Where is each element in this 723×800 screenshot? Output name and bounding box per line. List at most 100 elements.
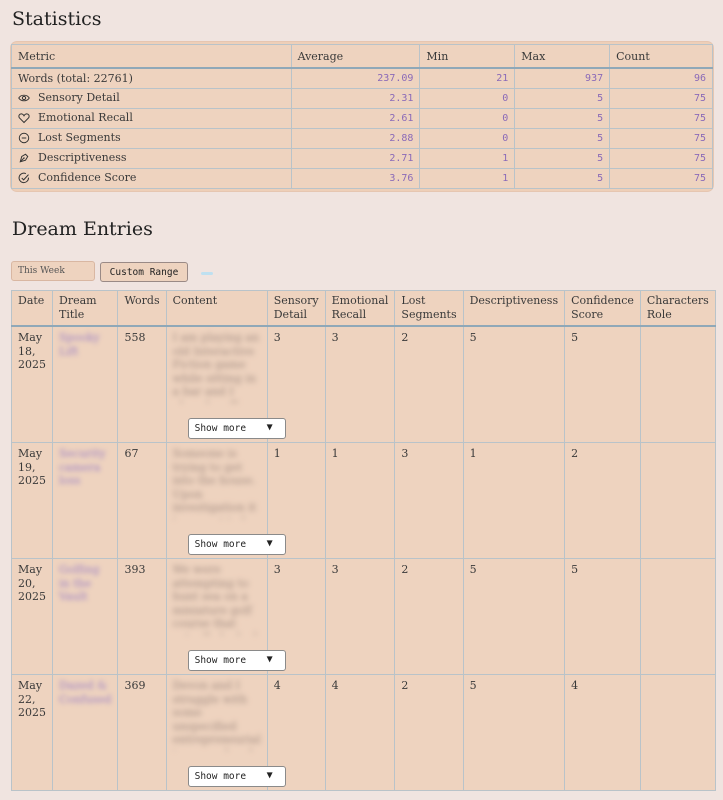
statistics-panel: Metric Average Min Max Count Words (tota…: [11, 42, 713, 191]
entry-date: May 20, 2025: [11, 558, 53, 675]
entry-content: We were attempting to hunt sea on a mini…: [172, 563, 258, 635]
entry-descriptive: 1: [462, 442, 566, 559]
stats-row-sensory: Sensory Detail 2.31 0 5 75: [11, 88, 713, 109]
date-filter-input[interactable]: [11, 261, 95, 281]
show-more-button[interactable]: Show more ▼: [187, 766, 286, 787]
dream-entries-table: Date Dream Title Words Content Sensory D…: [11, 290, 716, 791]
table-row: May 18, 2025 Spooky Lift 558 I am playin…: [11, 325, 716, 443]
dream-entries-heading: Dream Entries: [12, 218, 153, 240]
stats-row-emotional: Emotional Recall 2.61 0 5 75: [11, 108, 713, 129]
show-more-button[interactable]: Show more ▼: [187, 534, 286, 555]
entry-confidence: 5: [564, 325, 641, 443]
table-row: May 20, 2025 Golfing in the Vault 393 We…: [11, 558, 716, 675]
range-indicator: [201, 272, 213, 275]
col-max: Max: [514, 44, 611, 69]
entry-confidence: 5: [564, 558, 641, 675]
entry-role: [639, 674, 716, 791]
entry-descriptive: 5: [462, 674, 566, 791]
count-value: 96: [609, 67, 713, 89]
entry-lost: 2: [394, 558, 464, 675]
table-row: May 19, 2025 Security camera loss 67 Som…: [11, 442, 716, 559]
col-average: Average: [290, 44, 421, 69]
max-value: 5: [514, 128, 611, 149]
min-value: 1: [419, 168, 516, 189]
entry-descriptive: 5: [462, 325, 566, 443]
average-value: 2.71: [290, 148, 421, 169]
col-lost-segments: Lost Segments: [394, 290, 464, 327]
entry-lost: 3: [394, 442, 464, 559]
col-dream-title: Dream Title: [51, 290, 119, 327]
entry-emotional: 3: [324, 325, 396, 443]
entry-lost: 2: [394, 674, 464, 791]
metric-label: Sensory Detail: [38, 90, 120, 104]
show-more-button[interactable]: Show more ▼: [187, 650, 286, 671]
entry-confidence: 2: [564, 442, 641, 559]
col-words: Words: [117, 290, 167, 327]
stats-row-confidence: Confidence Score 3.76 1 5 75: [11, 168, 713, 189]
entry-role: [639, 558, 716, 675]
min-value: 0: [419, 128, 516, 149]
entry-title-link[interactable]: Golfing in the Vault: [59, 563, 99, 603]
entry-words: 369: [117, 674, 167, 791]
col-confidence-score: Confidence Score: [564, 290, 641, 327]
caret-down-icon: ▼: [266, 654, 273, 665]
entry-words: 558: [117, 325, 167, 443]
entry-role: [639, 442, 716, 559]
entry-content: I am playing an old Interactive Fiction …: [172, 331, 260, 403]
entry-confidence: 4: [564, 674, 641, 791]
caret-down-icon: ▼: [266, 538, 273, 549]
entry-title-link[interactable]: Spooky Lift: [59, 331, 100, 358]
metric-label: Confidence Score: [38, 170, 137, 184]
min-value: 1: [419, 148, 516, 169]
max-value: 937: [514, 67, 611, 89]
col-sensory-detail: Sensory Detail: [266, 290, 326, 327]
heart-icon: [18, 112, 32, 127]
minus-circle-icon: [18, 132, 32, 147]
max-value: 5: [514, 88, 611, 109]
table-row: May 22, 2025 Dazed & Confused 369 Devon …: [11, 674, 716, 791]
col-content: Content: [165, 290, 268, 327]
entry-lost: 2: [394, 325, 464, 443]
entry-words: 67: [117, 442, 167, 559]
average-value: 2.31: [290, 88, 421, 109]
col-emotional-recall: Emotional Recall: [324, 290, 396, 327]
entry-content: Someone is trying to get into the house.…: [172, 447, 257, 519]
col-descriptiveness: Descriptiveness: [462, 290, 566, 327]
count-value: 75: [609, 168, 713, 189]
entry-emotional: 3: [324, 558, 396, 675]
count-value: 75: [609, 88, 713, 109]
col-metric: Metric: [11, 44, 292, 69]
max-value: 5: [514, 108, 611, 129]
entry-words: 393: [117, 558, 167, 675]
show-more-button[interactable]: Show more ▼: [187, 418, 286, 439]
entry-emotional: 1: [324, 442, 396, 559]
entry-title-link[interactable]: Dazed & Confused: [59, 679, 111, 706]
min-value: 0: [419, 108, 516, 129]
average-value: 3.76: [290, 168, 421, 189]
max-value: 5: [514, 168, 611, 189]
stats-row-words: Words (total: 22761) 237.09 21 937 96: [11, 67, 713, 89]
caret-down-icon: ▼: [266, 422, 273, 433]
metric-label: Emotional Recall: [38, 110, 133, 124]
check-circle-icon: [18, 172, 32, 187]
stats-row-lost: Lost Segments 2.88 0 5 75: [11, 128, 713, 149]
max-value: 5: [514, 148, 611, 169]
entry-emotional: 4: [324, 674, 396, 791]
entry-descriptive: 5: [462, 558, 566, 675]
entry-title-link[interactable]: Security camera loss: [59, 447, 106, 487]
min-value: 21: [419, 67, 516, 89]
count-value: 75: [609, 148, 713, 169]
statistics-table: Metric Average Min Max Count Words (tota…: [11, 44, 713, 189]
count-value: 75: [609, 108, 713, 129]
metric-label: Words (total: 22761): [11, 67, 292, 89]
eye-icon: [18, 92, 32, 107]
custom-range-button[interactable]: Custom Range: [100, 262, 188, 282]
entry-date: May 19, 2025: [11, 442, 53, 559]
col-min: Min: [419, 44, 516, 69]
entry-role: [639, 325, 716, 443]
metric-label: Lost Segments: [38, 130, 121, 144]
col-count: Count: [609, 44, 713, 69]
stats-row-descriptive: Descriptiveness 2.71 1 5 75: [11, 148, 713, 169]
average-value: 2.88: [290, 128, 421, 149]
entry-date: May 18, 2025: [11, 325, 53, 443]
